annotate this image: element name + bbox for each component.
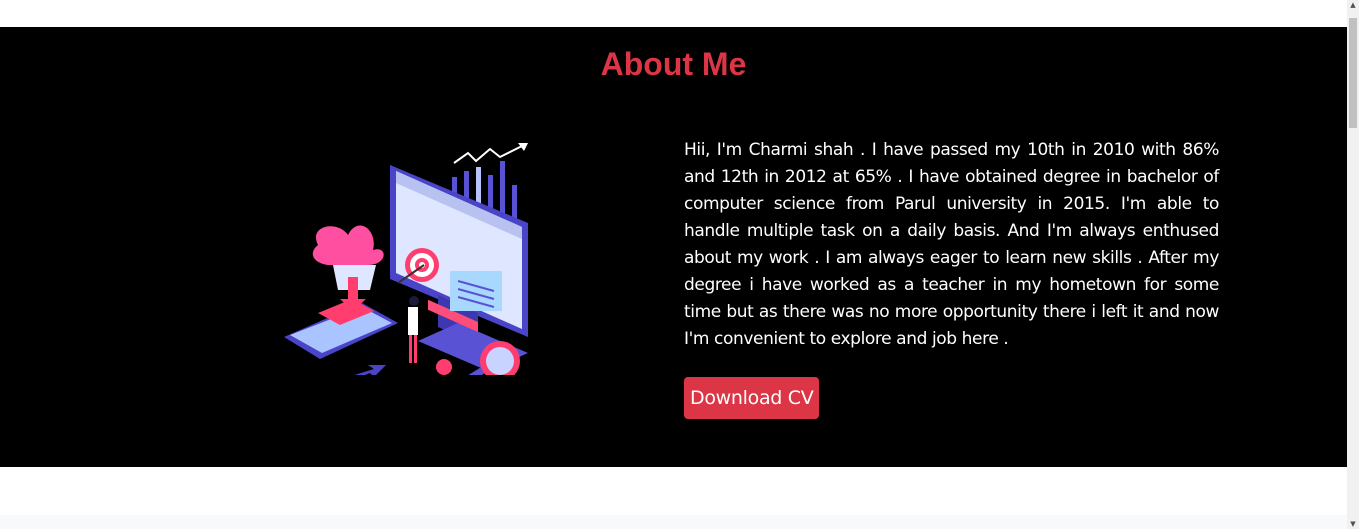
vertical-scrollbar[interactable]: ▲ ▼ (1347, 0, 1359, 529)
section-title: About Me (600, 46, 747, 82)
about-section: About Me Hii, I'm Charmi shah . I have p… (0, 27, 1347, 467)
scroll-up-arrow-icon[interactable]: ▲ (1347, 0, 1359, 10)
bio-text: Hii, I'm Charmi shah . I have passed my … (684, 140, 1219, 349)
scroll-thumb[interactable] (1349, 18, 1357, 128)
next-section-edge (0, 515, 1347, 529)
marketing-target-illustration (284, 143, 528, 375)
top-strip (0, 0, 1347, 27)
download-cv-button[interactable]: Download CV (684, 377, 820, 419)
scroll-down-arrow-icon[interactable]: ▼ (1347, 519, 1359, 529)
page: About Me Hii, I'm Charmi shah . I have p… (0, 0, 1359, 529)
section-gap (0, 467, 1347, 515)
